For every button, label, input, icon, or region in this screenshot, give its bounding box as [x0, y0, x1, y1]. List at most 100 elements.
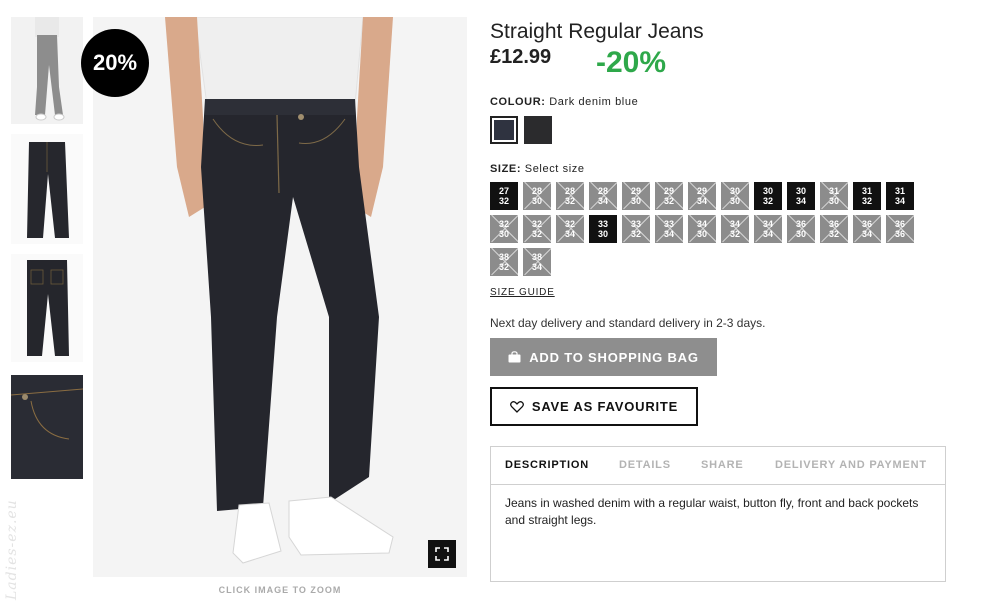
size-length: 30	[630, 196, 641, 206]
product-title: Straight Regular Jeans	[490, 20, 704, 43]
size-option-32-30[interactable]: 32 30	[490, 215, 518, 243]
size-option-36-30[interactable]: 36 30	[787, 215, 815, 243]
size-guide-link[interactable]: SIZE GUIDE	[490, 287, 555, 298]
size-length: 32	[630, 229, 641, 239]
colour-selected-value: Dark denim blue	[549, 96, 639, 108]
size-length: 32	[762, 196, 773, 206]
size-waist: 32	[531, 219, 542, 229]
size-option-31-32[interactable]: 31 32	[853, 182, 881, 210]
size-option-30-34[interactable]: 30 34	[787, 182, 815, 210]
colour-swatch-black-denim[interactable]	[524, 116, 552, 144]
size-length: 34	[597, 196, 608, 206]
main-product-image[interactable]	[93, 17, 467, 577]
thumbnail-model-grey[interactable]	[11, 17, 83, 124]
tab-details[interactable]: DETAILS	[619, 459, 671, 471]
size-option-28-34[interactable]: 28 34	[589, 182, 617, 210]
size-waist: 28	[564, 186, 575, 196]
size-length: 32	[729, 229, 740, 239]
size-option-36-36[interactable]: 36 36	[886, 215, 914, 243]
thumbnail-jeans-front[interactable]	[11, 134, 83, 244]
colour-swatch-dark-denim-blue[interactable]	[490, 116, 518, 144]
tab-delivery-and-payment[interactable]: DELIVERY AND PAYMENT	[775, 459, 927, 471]
size-option-34-30[interactable]: 34 30	[688, 215, 716, 243]
size-option-34-32[interactable]: 34 32	[721, 215, 749, 243]
size-option-30-32[interactable]: 30 32	[754, 182, 782, 210]
size-option-34-34[interactable]: 34 34	[754, 215, 782, 243]
size-waist: 31	[828, 186, 839, 196]
size-option-27-32[interactable]: 27 32	[490, 182, 518, 210]
size-option-38-32[interactable]: 38 32	[490, 248, 518, 276]
size-waist: 28	[531, 186, 542, 196]
discount-badge: 20%	[81, 29, 149, 97]
size-waist: 32	[498, 219, 509, 229]
size-waist: 29	[663, 186, 674, 196]
size-length: 30	[597, 229, 608, 239]
size-length: 34	[762, 229, 773, 239]
thumbnail-denim-detail[interactable]	[11, 375, 83, 479]
size-length: 30	[795, 229, 806, 239]
size-waist: 28	[597, 186, 608, 196]
size-option-28-32[interactable]: 28 32	[556, 182, 584, 210]
size-label-row: SIZE: Select size	[490, 163, 585, 175]
size-waist: 33	[597, 219, 608, 229]
expand-icon	[435, 547, 449, 561]
thumbnail-jeans-back[interactable]	[11, 254, 83, 362]
size-option-36-32[interactable]: 36 32	[820, 215, 848, 243]
size-waist: 30	[729, 186, 740, 196]
tabs-header: DESCRIPTION DETAILS SHARE DELIVERY AND P…	[491, 447, 945, 485]
tab-description[interactable]: DESCRIPTION	[505, 459, 589, 471]
tab-share[interactable]: SHARE	[701, 459, 744, 471]
size-option-29-30[interactable]: 29 30	[622, 182, 650, 210]
size-length: 34	[795, 196, 806, 206]
size-waist: 38	[531, 252, 542, 262]
fullscreen-button[interactable]	[428, 540, 456, 568]
thumbnail-denim-detail-icon	[11, 375, 83, 479]
size-waist: 32	[564, 219, 575, 229]
size-length: 32	[828, 229, 839, 239]
size-option-36-34[interactable]: 36 34	[853, 215, 881, 243]
size-option-31-34[interactable]: 31 34	[886, 182, 914, 210]
size-waist: 31	[894, 186, 905, 196]
discount-percentage: -20%	[596, 46, 667, 79]
size-waist: 34	[729, 219, 740, 229]
size-waist: 33	[630, 219, 641, 229]
thumbnail-jeans-back-icon	[11, 254, 83, 362]
size-waist: 36	[861, 219, 872, 229]
size-option-33-30[interactable]: 33 30	[589, 215, 617, 243]
size-waist: 33	[663, 219, 674, 229]
size-waist: 36	[894, 219, 905, 229]
size-option-31-30[interactable]: 31 30	[820, 182, 848, 210]
size-option-33-34[interactable]: 33 34	[655, 215, 683, 243]
size-length: 32	[531, 229, 542, 239]
thumbnail-jeans-front-icon	[11, 134, 83, 244]
size-option-33-32[interactable]: 33 32	[622, 215, 650, 243]
save-as-favourite-button[interactable]: SAVE AS FAVOURITE	[490, 387, 698, 426]
product-price: £12.99	[490, 46, 552, 68]
size-label: SIZE:	[490, 163, 522, 175]
shopping-bag-icon	[508, 351, 521, 363]
size-option-30-30[interactable]: 30 30	[721, 182, 749, 210]
model-wearing-jeans-image	[93, 17, 467, 577]
size-option-38-34[interactable]: 38 34	[523, 248, 551, 276]
delivery-note: Next day delivery and standard delivery …	[490, 316, 766, 330]
size-option-29-32[interactable]: 29 32	[655, 182, 683, 210]
size-length: 32	[564, 196, 575, 206]
size-length: 30	[696, 229, 707, 239]
size-option-32-32[interactable]: 32 32	[523, 215, 551, 243]
add-to-shopping-bag-button[interactable]: ADD TO SHOPPING BAG	[490, 338, 717, 376]
size-option-32-34[interactable]: 32 34	[556, 215, 584, 243]
size-option-28-30[interactable]: 28 30	[523, 182, 551, 210]
size-length: 34	[531, 262, 542, 272]
heart-icon	[509, 400, 524, 413]
size-select-prompt: Select size	[524, 163, 585, 175]
swatch-fill	[494, 120, 514, 140]
size-length: 36	[894, 229, 905, 239]
size-waist: 34	[696, 219, 707, 229]
size-waist: 34	[762, 219, 773, 229]
size-waist: 36	[828, 219, 839, 229]
zoom-hint: CLICK IMAGE TO ZOOM	[218, 585, 342, 595]
size-length: 32	[663, 196, 674, 206]
size-length: 34	[696, 196, 707, 206]
size-option-29-34[interactable]: 29 34	[688, 182, 716, 210]
size-length: 30	[498, 229, 509, 239]
